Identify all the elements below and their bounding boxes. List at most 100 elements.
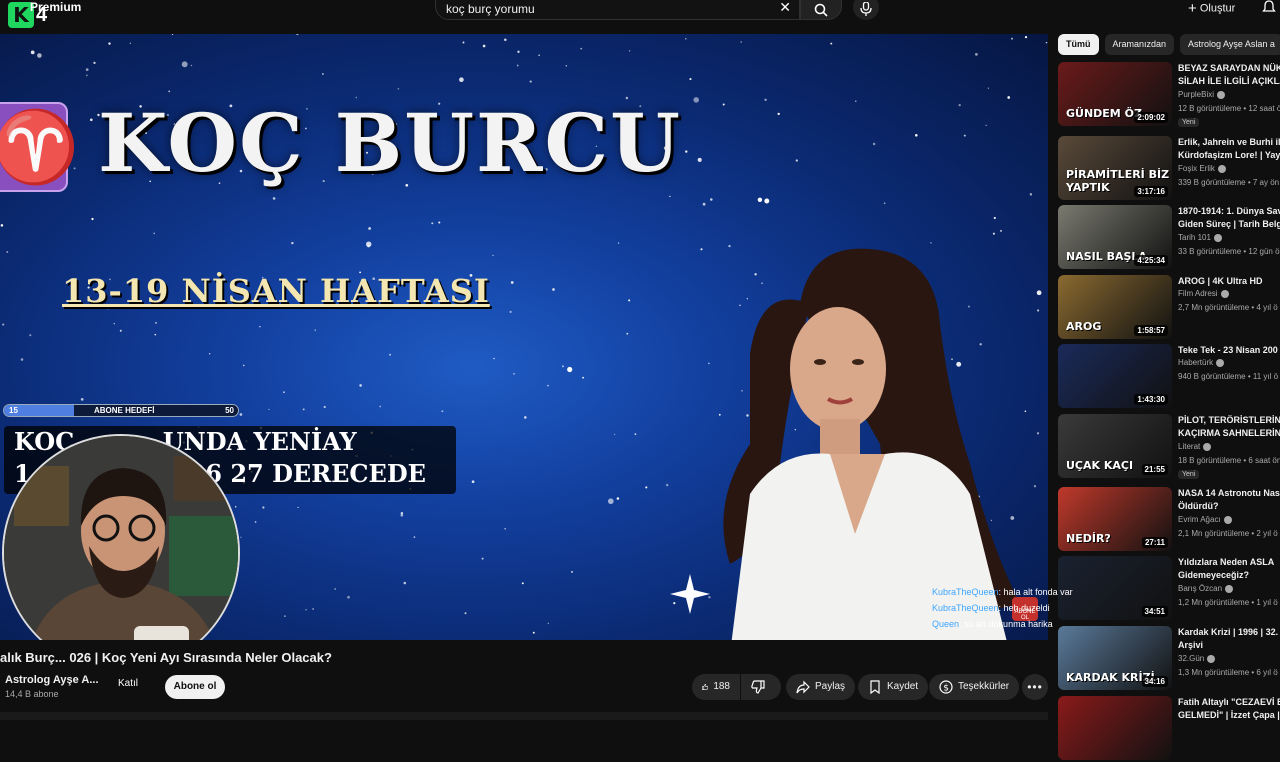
video-meta: 18 B görüntüleme • 6 saat ön — [1178, 456, 1280, 465]
video-title[interactable]: AROG | 4K Ultra HD — [1178, 275, 1280, 288]
recommended-video[interactable]: 1:43:30 Teke Tek - 23 Nisan 200 Habertürk 9… — [1058, 344, 1280, 410]
verified-icon — [1223, 515, 1232, 524]
thanks-label: Teşekkürler — [958, 681, 1010, 692]
channel-name[interactable]: Habertürk — [1178, 358, 1225, 367]
verified-icon — [1213, 233, 1222, 242]
bookmark-icon — [870, 680, 880, 694]
verified-icon — [1225, 584, 1234, 593]
recommended-video[interactable]: NEDİR? 27:11 NASA 14 Astronotu Nasıl Öldürd… — [1058, 487, 1280, 553]
verified-icon — [1203, 442, 1212, 451]
video-player[interactable]: ♈ KOÇ BURCU 13-19 NİSAN HAFTASI KOÇ BURC… — [0, 34, 1048, 640]
video-thumbnail[interactable]: 1:43:30 — [1058, 344, 1172, 408]
verified-icon — [1220, 289, 1229, 298]
video-thumbnail[interactable]: UÇAK KAÇI 21:55 — [1058, 414, 1172, 478]
goal-start: 15 — [9, 406, 18, 415]
live-chat-overlay: KubraTheQueen : hala alt fonda var KubraTh… — [932, 584, 1073, 632]
verified-icon — [1207, 654, 1216, 663]
video-thumbnail[interactable]: AROG 1:58:57 — [1058, 275, 1172, 339]
video-thumbnail[interactable]: GÜNDEM ÖZ 2:09:02 — [1058, 62, 1172, 126]
channel-name[interactable]: Foşix Erlik — [1178, 164, 1226, 173]
more-actions-button[interactable]: ••• — [1022, 674, 1048, 700]
video-thumbnail[interactable] — [1058, 696, 1172, 760]
bell-icon[interactable] — [1262, 0, 1276, 14]
recommended-video[interactable]: UÇAK KAÇI 21:55 PİLOT, TERÖRİSTLERİN U KAÇI… — [1058, 414, 1280, 480]
video-title[interactable]: Fatih Altaylı "CEZAEVİ BA GELMEDİ" | İzze… — [1178, 696, 1280, 722]
chat-username: KubraTheQueen — [932, 603, 999, 613]
recommended-video[interactable]: PİRAMİTLERİ BİZ YAPTIK 3:17:16 Erlik, Jahr… — [1058, 136, 1280, 202]
channel-name[interactable]: Tarih 101 — [1178, 233, 1222, 242]
video-title[interactable]: PİLOT, TERÖRİSTLERİN U KAÇIRMA SAHNELERİN… — [1178, 414, 1280, 440]
microphone-icon — [860, 2, 872, 16]
search-icon — [814, 3, 828, 17]
thanks-button[interactable]: $ Teşekkürler — [929, 674, 1020, 700]
video-meta: 12 B görüntüleme • 12 saat ö — [1178, 104, 1280, 113]
create-button[interactable]: + Oluştur — [1188, 0, 1235, 17]
channel-name[interactable]: Astrolog Ayşe A... — [5, 674, 99, 686]
recommended-video[interactable]: AROG 1:58:57 AROG | 4K Ultra HD Film Adresi… — [1058, 275, 1280, 341]
video-duration: 4:25:34 — [1134, 255, 1168, 266]
recommended-video[interactable]: NASIL BAŞLA 4:25:34 1870-1914: 1. Dünya Sa… — [1058, 205, 1280, 271]
filter-chip[interactable]: Tümü — [1058, 34, 1099, 55]
dislike-button[interactable] — [741, 674, 781, 700]
subscribe-button[interactable]: Abone ol — [165, 675, 225, 699]
filter-chip[interactable]: Aramanızdan — [1104, 34, 1175, 55]
plus-icon: + — [1188, 0, 1197, 17]
more-icon: ••• — [1027, 680, 1043, 694]
recommended-video[interactable]: KARDAK KRİZİ 34:16 Kardak Krizi | 1996 | 3… — [1058, 626, 1280, 692]
video-duration: 34:51 — [1141, 606, 1168, 617]
video-title[interactable]: Yıldızlara Neden ASLA Gidemeyeceğiz? — [1178, 556, 1280, 582]
recommended-video[interactable]: Fatih Altaylı "CEZAEVİ BA GELMEDİ" | İzze… — [1058, 696, 1280, 762]
join-button[interactable]: Katıl — [118, 678, 138, 689]
channel-name[interactable]: Literat — [1178, 442, 1212, 451]
video-title[interactable]: Erlik, Jahrein ve Burhi ile Kürdofaşizm L… — [1178, 136, 1280, 162]
recommended-video[interactable]: 34:51 Yıldızlara Neden ASLA Gidemeyeceğiz?… — [1058, 556, 1280, 622]
chat-username: Queen — [932, 619, 960, 629]
video-duration: 34:16 — [1141, 676, 1168, 687]
save-button[interactable]: Kaydet — [858, 674, 929, 700]
video-thumbnail[interactable]: KARDAK KRİZİ 34:16 — [1058, 626, 1172, 690]
channel-name[interactable]: 32.Gün — [1178, 654, 1216, 663]
video-title[interactable]: NASA 14 Astronotu Nasıl Öldürdü? — [1178, 487, 1280, 513]
search-box[interactable]: ✕ — [435, 0, 800, 20]
horizontal-scrollbar[interactable] — [0, 712, 1048, 720]
video-duration: 1:58:57 — [1134, 325, 1168, 336]
chat-text: : su an dokunma harika — [959, 619, 1053, 629]
video-title: alık Burç... 026 | Koç Yeni Ayı Sırasınd… — [0, 650, 332, 665]
new-badge: Yeni — [1178, 118, 1200, 127]
video-thumbnail[interactable]: 34:51 — [1058, 556, 1172, 620]
video-thumbnail[interactable]: NASIL BAŞLA 4:25:34 — [1058, 205, 1172, 269]
video-thumbnail[interactable]: NEDİR? 27:11 — [1058, 487, 1172, 551]
video-thumbnail[interactable]: PİRAMİTLERİ BİZ YAPTIK 3:17:16 — [1058, 136, 1172, 200]
video-title[interactable]: Kardak Krizi | 1996 | 32. Arşivi — [1178, 626, 1280, 652]
thumbnail-text: GÜNDEM ÖZ — [1066, 107, 1142, 120]
logo-number: 4 — [36, 4, 48, 26]
video-title[interactable]: 1870-1914: 1. Dünya Sav Giden Süreç | Tar… — [1178, 205, 1280, 231]
voice-search-button[interactable] — [853, 0, 879, 20]
channel-name[interactable]: Evrim Ağacı — [1178, 515, 1232, 524]
share-icon — [796, 680, 810, 694]
channel-name[interactable]: Film Adresi — [1178, 289, 1229, 298]
create-label: Oluştur — [1199, 2, 1236, 15]
recommended-video[interactable]: GÜNDEM ÖZ 2:09:02 BEYAZ SARAYDAN NÜKL SİLAH… — [1058, 62, 1280, 128]
search-button[interactable] — [800, 0, 842, 20]
thumbnail-text: UÇAK KAÇI — [1066, 459, 1134, 472]
thumbnail-text: AROG — [1066, 320, 1102, 333]
channel-name[interactable]: PurpleBixi — [1178, 90, 1226, 99]
super-thanks-icon: $ — [939, 680, 953, 694]
search-input[interactable] — [446, 2, 766, 16]
video-overlay-title: KOÇ BURCU — [98, 96, 682, 190]
video-meta: 1,3 Mn görüntüleme • 6 yıl ö — [1178, 668, 1278, 677]
presenter-image — [690, 244, 1040, 640]
video-overlay-subtitle: 13-19 NİSAN HAFTASI — [62, 272, 490, 310]
filter-chips: Tümü Aramanızdan Astrolog Ayşe Aslan a — [1058, 34, 1280, 56]
filter-chip[interactable]: Astrolog Ayşe Aslan a — [1180, 34, 1280, 55]
chat-message: KubraTheQueen: heh duzeldi — [932, 600, 1073, 616]
video-title[interactable]: BEYAZ SARAYDAN NÜKL SİLAH İLE İLGİLİ AÇIK… — [1178, 62, 1280, 88]
video-title[interactable]: Teke Tek - 23 Nisan 200 — [1178, 344, 1280, 357]
clear-search-icon[interactable]: ✕ — [779, 0, 791, 16]
chat-text: : hala alt fonda var — [998, 587, 1073, 597]
channel-name[interactable]: Barış Özcan — [1178, 584, 1234, 593]
like-button[interactable]: 188 — [692, 674, 740, 700]
goal-end: 50 — [225, 406, 234, 415]
share-button[interactable]: Paylaş — [786, 674, 856, 700]
